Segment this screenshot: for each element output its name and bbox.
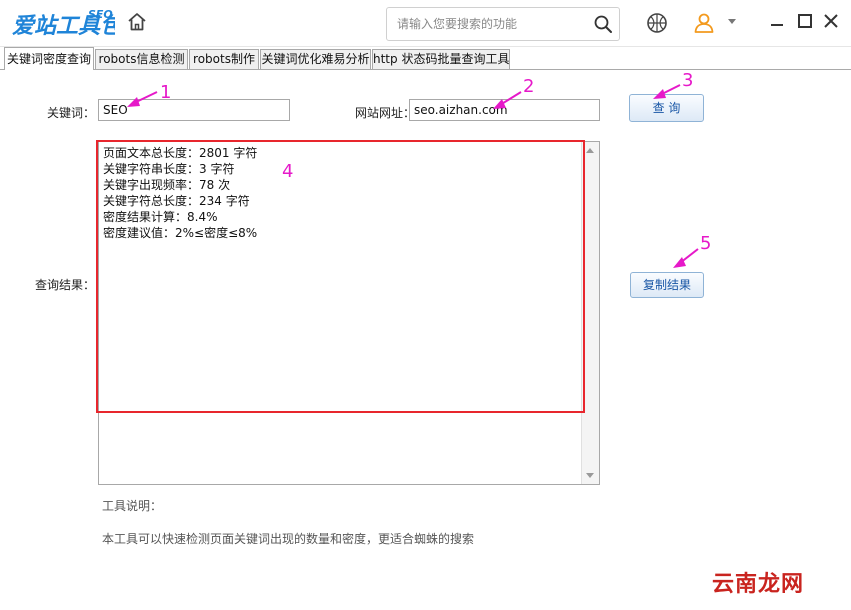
tab-bar: 关键词密度查询 robots信息检测 robots制作 关键词优化难易分析 ht… bbox=[0, 47, 851, 70]
tab-robots-make[interactable]: robots制作 bbox=[189, 49, 259, 69]
copy-result-button[interactable]: 复制结果 bbox=[630, 272, 704, 298]
tab-robots-check[interactable]: robots信息检测 bbox=[95, 49, 188, 69]
result-label: 查询结果： bbox=[35, 278, 96, 292]
annotation-number: 4 bbox=[282, 161, 294, 182]
close-icon[interactable] bbox=[822, 12, 840, 30]
tab-keyword-difficulty[interactable]: 关键词优化难易分析 bbox=[260, 49, 371, 69]
annotation-number: 5 bbox=[700, 233, 712, 254]
highlight-box bbox=[96, 140, 585, 413]
search-input[interactable] bbox=[395, 8, 589, 40]
home-icon[interactable] bbox=[125, 10, 149, 34]
scroll-down-icon[interactable] bbox=[586, 473, 594, 478]
tab-keyword-density[interactable]: 关键词密度查询 bbox=[4, 47, 94, 70]
annotation-number: 2 bbox=[523, 76, 535, 97]
annotation-number: 1 bbox=[160, 82, 172, 103]
scroll-up-icon[interactable] bbox=[586, 148, 594, 153]
logo-badge: SEO bbox=[88, 8, 113, 21]
search-icon[interactable] bbox=[593, 14, 613, 34]
site-url-label: 网站网址： bbox=[355, 106, 416, 120]
user-avatar-icon[interactable] bbox=[692, 11, 716, 35]
tool-description-text: 本工具可以快速检测页面关键词出现的数量和密度，更适合蜘蛛的搜索 bbox=[102, 532, 475, 546]
app-logo: 爱站工具包 SEO bbox=[12, 8, 115, 39]
query-button[interactable]: 查 询 bbox=[629, 94, 704, 122]
keyword-input[interactable] bbox=[98, 99, 290, 121]
site-url-input[interactable] bbox=[409, 99, 600, 121]
watermark: 云南龙网 bbox=[712, 572, 805, 597]
keyword-label: 关键词： bbox=[47, 106, 96, 120]
tool-description-title: 工具说明： bbox=[102, 499, 163, 513]
basketball-icon[interactable] bbox=[646, 12, 668, 34]
minimize-icon[interactable] bbox=[768, 12, 786, 30]
maximize-icon[interactable] bbox=[796, 12, 814, 30]
search-box bbox=[386, 7, 620, 41]
chevron-down-icon[interactable] bbox=[728, 19, 736, 25]
title-bar: 爱站工具包 SEO bbox=[0, 0, 851, 47]
annotation-number: 3 bbox=[682, 70, 694, 91]
annotation-arrow bbox=[673, 248, 699, 268]
tab-http-status[interactable]: http 状态码批量查询工具 bbox=[372, 49, 510, 69]
